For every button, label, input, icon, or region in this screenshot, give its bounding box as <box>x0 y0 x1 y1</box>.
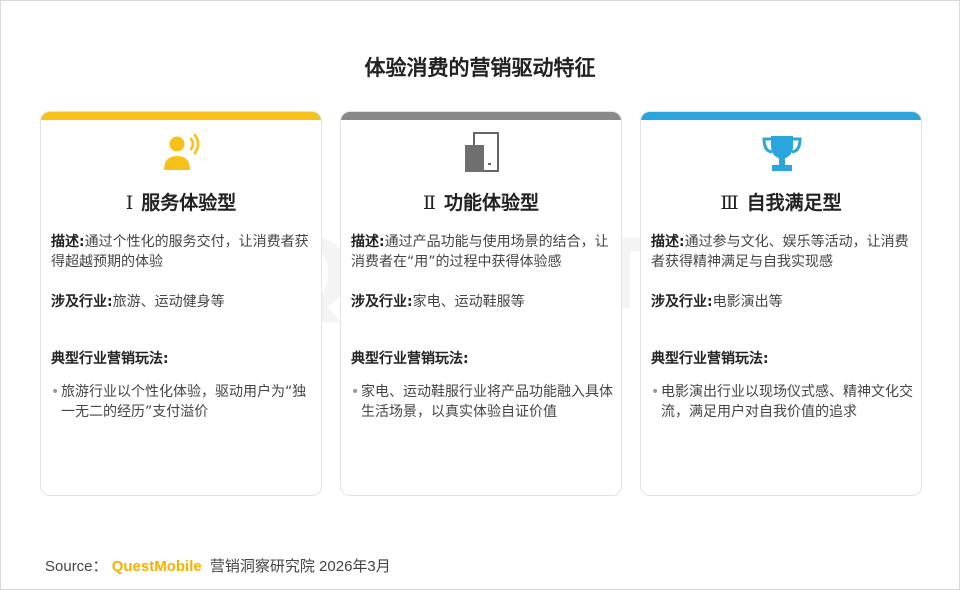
card-accent-bar <box>41 112 321 120</box>
person-speaking-icon <box>164 133 200 170</box>
card-bullet: • 旅游行业以个性化体验，驱动用户为“独一无二的经历”支付溢价 <box>51 384 307 420</box>
card-play-title: 典型行业营销玩法: <box>51 351 169 367</box>
card-accent-bar <box>341 112 621 120</box>
card-description: 描述:通过参与文化、娱乐等活动，让消费者获得精神满足与自我实现感 <box>651 234 909 270</box>
card-bullet: • 电影演出行业以现场仪式感、精神文化交流，满足用户对自我价值的追求 <box>651 384 913 420</box>
card-accent-bar <box>641 112 921 120</box>
type-title: Ⅱ 功能体验型 <box>423 192 539 214</box>
source-brand: QuestMobile <box>111 558 202 575</box>
source-prefix: Source： <box>45 558 108 575</box>
card-description: 描述:通过产品功能与使用场景的结合，让消费者在“用”的过程中获得体验感 <box>351 234 609 270</box>
source-rest: 营销洞察研究院 2026年3月 <box>209 558 391 575</box>
card-description: 描述:通过个性化的服务交付，让消费者获得超越预期的体验 <box>51 234 309 270</box>
type-title: Ⅲ 自我满足型 <box>720 192 842 214</box>
card-industry: 涉及行业:旅游、运动健身等 <box>51 294 225 310</box>
type-title: Ⅰ 服务体验型 <box>125 192 237 214</box>
device-icon <box>465 132 499 172</box>
card-play-title: 典型行业营销玩法: <box>351 351 469 367</box>
page-title: 体验消费的营销驱动特征 <box>364 56 596 80</box>
card-industry: 涉及行业:家电、运动鞋服等 <box>351 294 525 310</box>
card-bullet: • 家电、运动鞋服行业将产品功能融入具体生活场景，以真实体验自证价值 <box>351 384 613 420</box>
card-industry: 涉及行业:电影演出等 <box>651 294 783 310</box>
card-service-experience: Ⅰ 服务体验型 描述:通过个性化的服务交付，让消费者获得超越预期的体验 涉及行业:… <box>40 111 322 496</box>
trophy-icon <box>762 136 802 171</box>
card-function-experience: Ⅱ 功能体验型 描述:通过产品功能与使用场景的结合，让消费者在“用”的过程中获得体… <box>340 111 622 496</box>
card-play-title: 典型行业营销玩法: <box>651 351 769 367</box>
source-line: Source： QuestMobile 营销洞察研究院 2026年3月 <box>45 555 391 576</box>
card-self-fulfillment: Ⅲ 自我满足型 描述:通过参与文化、娱乐等活动，让消费者获得精神满足与自我实现感 … <box>640 111 922 496</box>
